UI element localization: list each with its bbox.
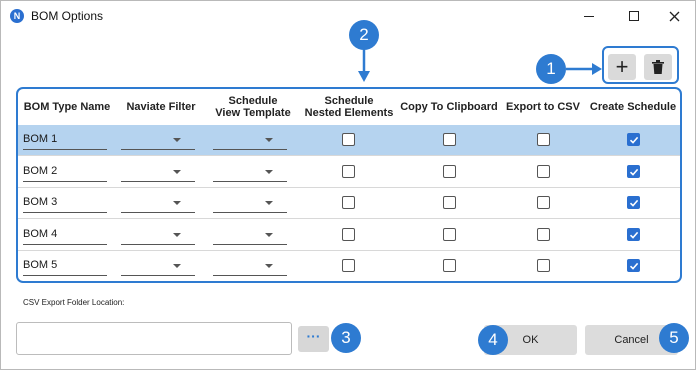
table-row[interactable]: BOM 4 — [18, 220, 680, 251]
header-export-to-csv: Export to CSV — [506, 101, 580, 113]
header-create-schedule: Create Schedule — [589, 101, 677, 113]
schedule-checkbox[interactable] — [627, 227, 640, 241]
bom-type-name-field[interactable]: BOM 4 — [23, 225, 107, 245]
nested-checkbox[interactable] — [342, 227, 355, 241]
table-row[interactable]: BOM 1 — [18, 125, 680, 156]
chevron-down-icon — [173, 201, 181, 205]
checkmark-icon — [629, 168, 639, 176]
callout-4: 4 — [478, 325, 508, 355]
csv-folder-label: CSV Export Folder Location: — [23, 298, 125, 307]
clipboard-checkbox[interactable] — [443, 133, 456, 146]
view-template-dropdown[interactable] — [213, 162, 287, 182]
bom-table: BOM Type Name Naviate Filter Schedule Vi… — [16, 87, 682, 283]
csv-checkbox[interactable] — [537, 164, 550, 178]
callout-1-arrow-icon — [566, 63, 602, 75]
schedule-checkbox[interactable] — [627, 259, 640, 272]
chevron-down-icon — [173, 232, 181, 237]
chevron-down-icon — [173, 169, 181, 174]
csv-folder-input[interactable] — [16, 322, 292, 355]
csv-checkbox[interactable] — [537, 259, 550, 272]
close-icon — [669, 11, 679, 21]
row-tools-group: + — [602, 46, 679, 84]
schedule-checkbox[interactable] — [627, 164, 640, 178]
header-schedule-view-template: Schedule View Template — [215, 95, 291, 119]
view-template-dropdown[interactable] — [213, 256, 287, 276]
chevron-down-icon — [173, 264, 181, 268]
csv-checkbox[interactable] — [537, 227, 550, 241]
checkmark-icon — [629, 136, 639, 144]
header-naviate-filter: Naviate Filter — [126, 101, 196, 113]
maximize-icon — [629, 11, 639, 21]
window-title: BOM Options — [31, 9, 104, 23]
naviate-filter-dropdown[interactable] — [121, 225, 195, 245]
minimize-icon — [584, 15, 594, 17]
table-row[interactable]: BOM 5 — [18, 251, 680, 281]
callout-2: 2 — [349, 20, 379, 50]
title-bar: N BOM Options — [1, 1, 695, 31]
nested-checkbox[interactable] — [342, 196, 355, 209]
delete-row-button[interactable] — [644, 54, 672, 80]
chevron-down-icon — [173, 138, 181, 142]
minimize-button[interactable] — [569, 1, 609, 31]
nested-checkbox[interactable] — [342, 164, 355, 178]
trash-icon — [652, 60, 664, 74]
nested-checkbox[interactable] — [342, 259, 355, 272]
add-row-button[interactable]: + — [608, 54, 636, 80]
clipboard-checkbox[interactable] — [443, 259, 456, 272]
naviate-filter-dropdown[interactable] — [121, 130, 195, 150]
clipboard-checkbox[interactable] — [443, 196, 456, 209]
checkmark-icon — [629, 199, 639, 207]
nested-checkbox[interactable] — [342, 133, 355, 146]
app-logo-icon: N — [10, 9, 24, 23]
view-template-dropdown[interactable] — [213, 193, 287, 213]
chevron-down-icon — [265, 232, 273, 237]
header-copy-to-clipboard: Copy To Clipboard — [400, 101, 498, 113]
csv-checkbox[interactable] — [537, 196, 550, 209]
callout-3: 3 — [331, 323, 361, 353]
table-row[interactable]: BOM 2 — [18, 157, 680, 188]
view-template-dropdown[interactable] — [213, 130, 287, 150]
header-schedule-nested-elements: Schedule Nested Elements — [304, 95, 394, 119]
view-template-dropdown[interactable] — [213, 225, 287, 245]
clipboard-checkbox[interactable] — [443, 164, 456, 178]
table-row[interactable]: BOM 3 — [18, 188, 680, 219]
naviate-filter-dropdown[interactable] — [121, 193, 195, 213]
csv-checkbox[interactable] — [537, 133, 550, 146]
callout-1: 1 — [536, 54, 566, 84]
bom-type-name-field[interactable]: BOM 2 — [23, 162, 107, 182]
clipboard-checkbox[interactable] — [443, 227, 456, 241]
bom-type-name-field[interactable]: BOM 5 — [23, 256, 107, 276]
naviate-filter-dropdown[interactable] — [121, 256, 195, 276]
checkmark-icon — [629, 262, 639, 270]
bom-type-name-field[interactable]: BOM 3 — [23, 193, 107, 213]
schedule-checkbox[interactable] — [627, 196, 640, 209]
maximize-button[interactable] — [614, 1, 654, 31]
header-bom-type-name: BOM Type Name — [23, 101, 111, 113]
schedule-checkbox[interactable] — [627, 133, 640, 146]
chevron-down-icon — [265, 138, 273, 142]
checkmark-icon — [629, 231, 639, 239]
chevron-down-icon — [265, 169, 273, 174]
callout-5: 5 — [659, 323, 689, 353]
chevron-down-icon — [265, 201, 273, 205]
naviate-filter-dropdown[interactable] — [121, 162, 195, 182]
callout-2-arrow-icon — [358, 49, 370, 82]
browse-folder-button[interactable]: ··· — [298, 326, 329, 352]
bom-type-name-field[interactable]: BOM 1 — [23, 130, 107, 150]
chevron-down-icon — [265, 264, 273, 268]
close-button[interactable] — [654, 1, 694, 31]
bom-options-dialog: N BOM Options 1 + 2 BOM Type Name Naviat… — [0, 0, 696, 370]
plus-icon: + — [615, 54, 629, 79]
table-header: BOM Type Name Naviate Filter Schedule Vi… — [18, 89, 680, 125]
